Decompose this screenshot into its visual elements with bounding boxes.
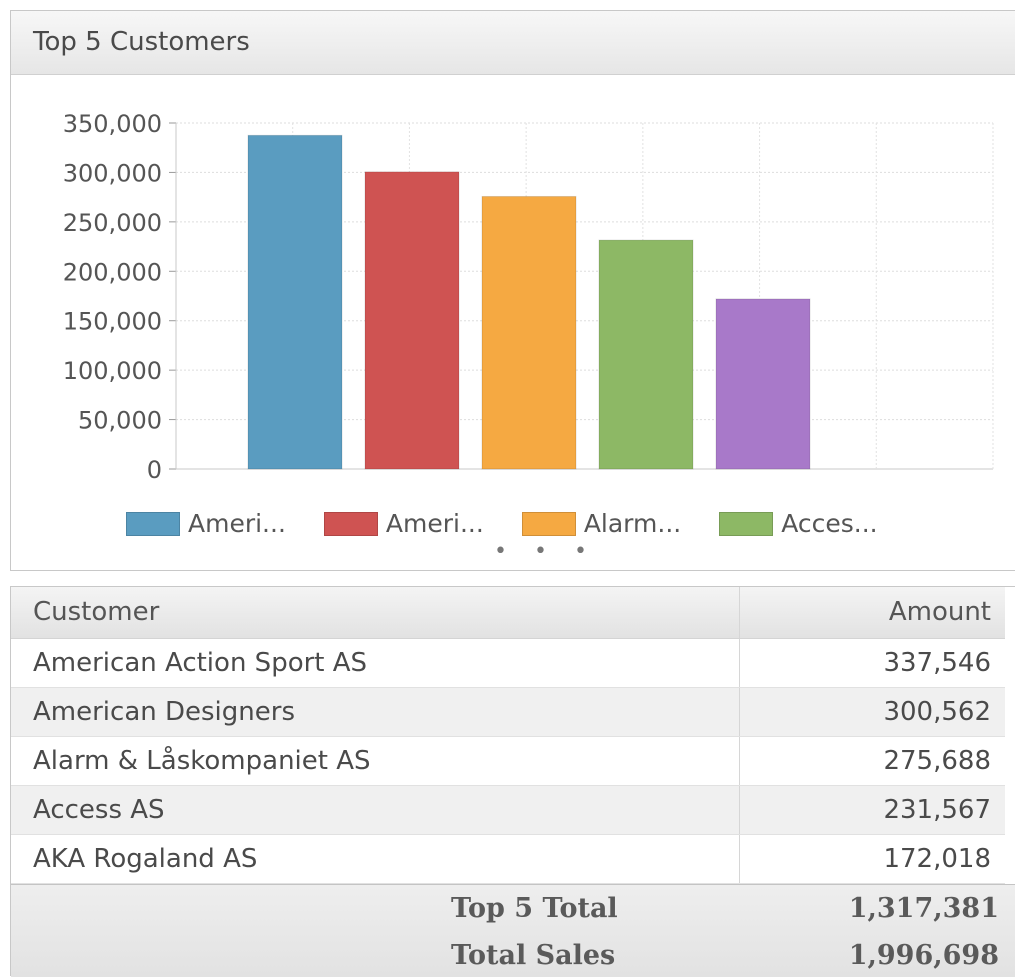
y-tick-label: 150,000 [63,308,162,336]
amount-cell: 172,018 [739,834,1005,884]
table-row[interactable]: Access AS 231,567 [11,785,1005,835]
amount-cell: 337,546 [739,638,1005,688]
top-customers-panel: Top 5 Customers 0 50,000 100,000 150,000 200… [10,10,1015,571]
bar[interactable] [598,239,694,470]
legend-row: Ameri... Ameri... Alarm... Acces... [126,509,916,538]
legend-label: Alarm... [583,509,682,538]
legend-item[interactable]: Acces... [719,509,878,538]
bar[interactable] [481,195,577,470]
total-sales-label: Total Sales [451,940,616,971]
top5-total-row: Top 5 Total 1,317,381 [11,885,1015,931]
bar[interactable] [247,134,343,470]
table-row[interactable]: American Designers 300,562 [11,687,1005,737]
legend-item[interactable]: Ameri... [323,509,484,538]
legend-label: Acces... [781,509,878,538]
legend-item[interactable]: Ameri... [126,509,286,538]
top5-total-value: 1,317,381 [848,893,999,924]
bar-chart: 0 50,000 100,000 150,000 200,000 250,000 300,0… [63,110,994,484]
column-header-customer[interactable]: Customer [11,587,740,639]
y-axis-ticks: 0 50,000 100,000 150,000 200,000 250,000 300,0… [63,110,162,484]
y-tick-label: 250,000 [63,209,162,237]
chart-bars [247,134,811,470]
legend-label: Ameri... [188,509,286,538]
y-tick-label: 300,000 [63,159,162,187]
customers-table: Customer Amount American Action Sport AS… [10,586,1015,977]
y-tick-label: 100,000 [63,357,162,385]
customer-cell: American Action Sport AS [11,638,740,688]
table-row[interactable]: Alarm & Låskompaniet AS 275,688 [11,736,1005,786]
total-sales-value: 1,996,698 [848,940,999,971]
total-sales-row: Total Sales 1,996,698 [11,932,1015,978]
customer-cell: AKA Rogaland AS [11,834,740,884]
legend-swatch [126,511,180,536]
bar[interactable] [364,171,460,470]
customers-grid: Customer Amount American Action Sport AS… [11,587,1005,884]
legend-label: Ameri... [385,509,484,538]
y-tick-label: 50,000 [78,407,162,435]
legend-swatch [719,511,774,536]
table-row[interactable]: American Action Sport AS 337,546 [11,638,1005,688]
amount-cell: 300,562 [739,687,1005,737]
amount-cell: 275,688 [739,736,1005,786]
legend-more-button[interactable]: • • • [494,541,597,563]
y-tick-label: 350,000 [63,110,162,138]
customer-cell: American Designers [11,687,740,737]
table-header-row: Customer Amount [11,587,1005,639]
legend-swatch [521,511,576,536]
amount-cell: 231,567 [739,785,1005,835]
legend-item[interactable]: Alarm... [521,509,682,538]
y-tick-label: 0 [147,456,162,484]
chart-legend: Ameri... Ameri... Alarm... Acces... • • … [11,499,1015,569]
customer-cell: Access AS [11,785,740,835]
column-header-amount[interactable]: Amount [739,587,1005,639]
bar[interactable] [715,298,811,470]
table-row[interactable]: AKA Rogaland AS 172,018 [11,834,1005,884]
customer-cell: Alarm & Låskompaniet AS [11,736,740,786]
top5-total-label: Top 5 Total [451,893,618,924]
legend-swatch [323,511,378,536]
y-tick-label: 200,000 [63,258,162,286]
totals-footer: Top 5 Total 1,317,381 Total Sales 1,996,… [11,884,1015,977]
